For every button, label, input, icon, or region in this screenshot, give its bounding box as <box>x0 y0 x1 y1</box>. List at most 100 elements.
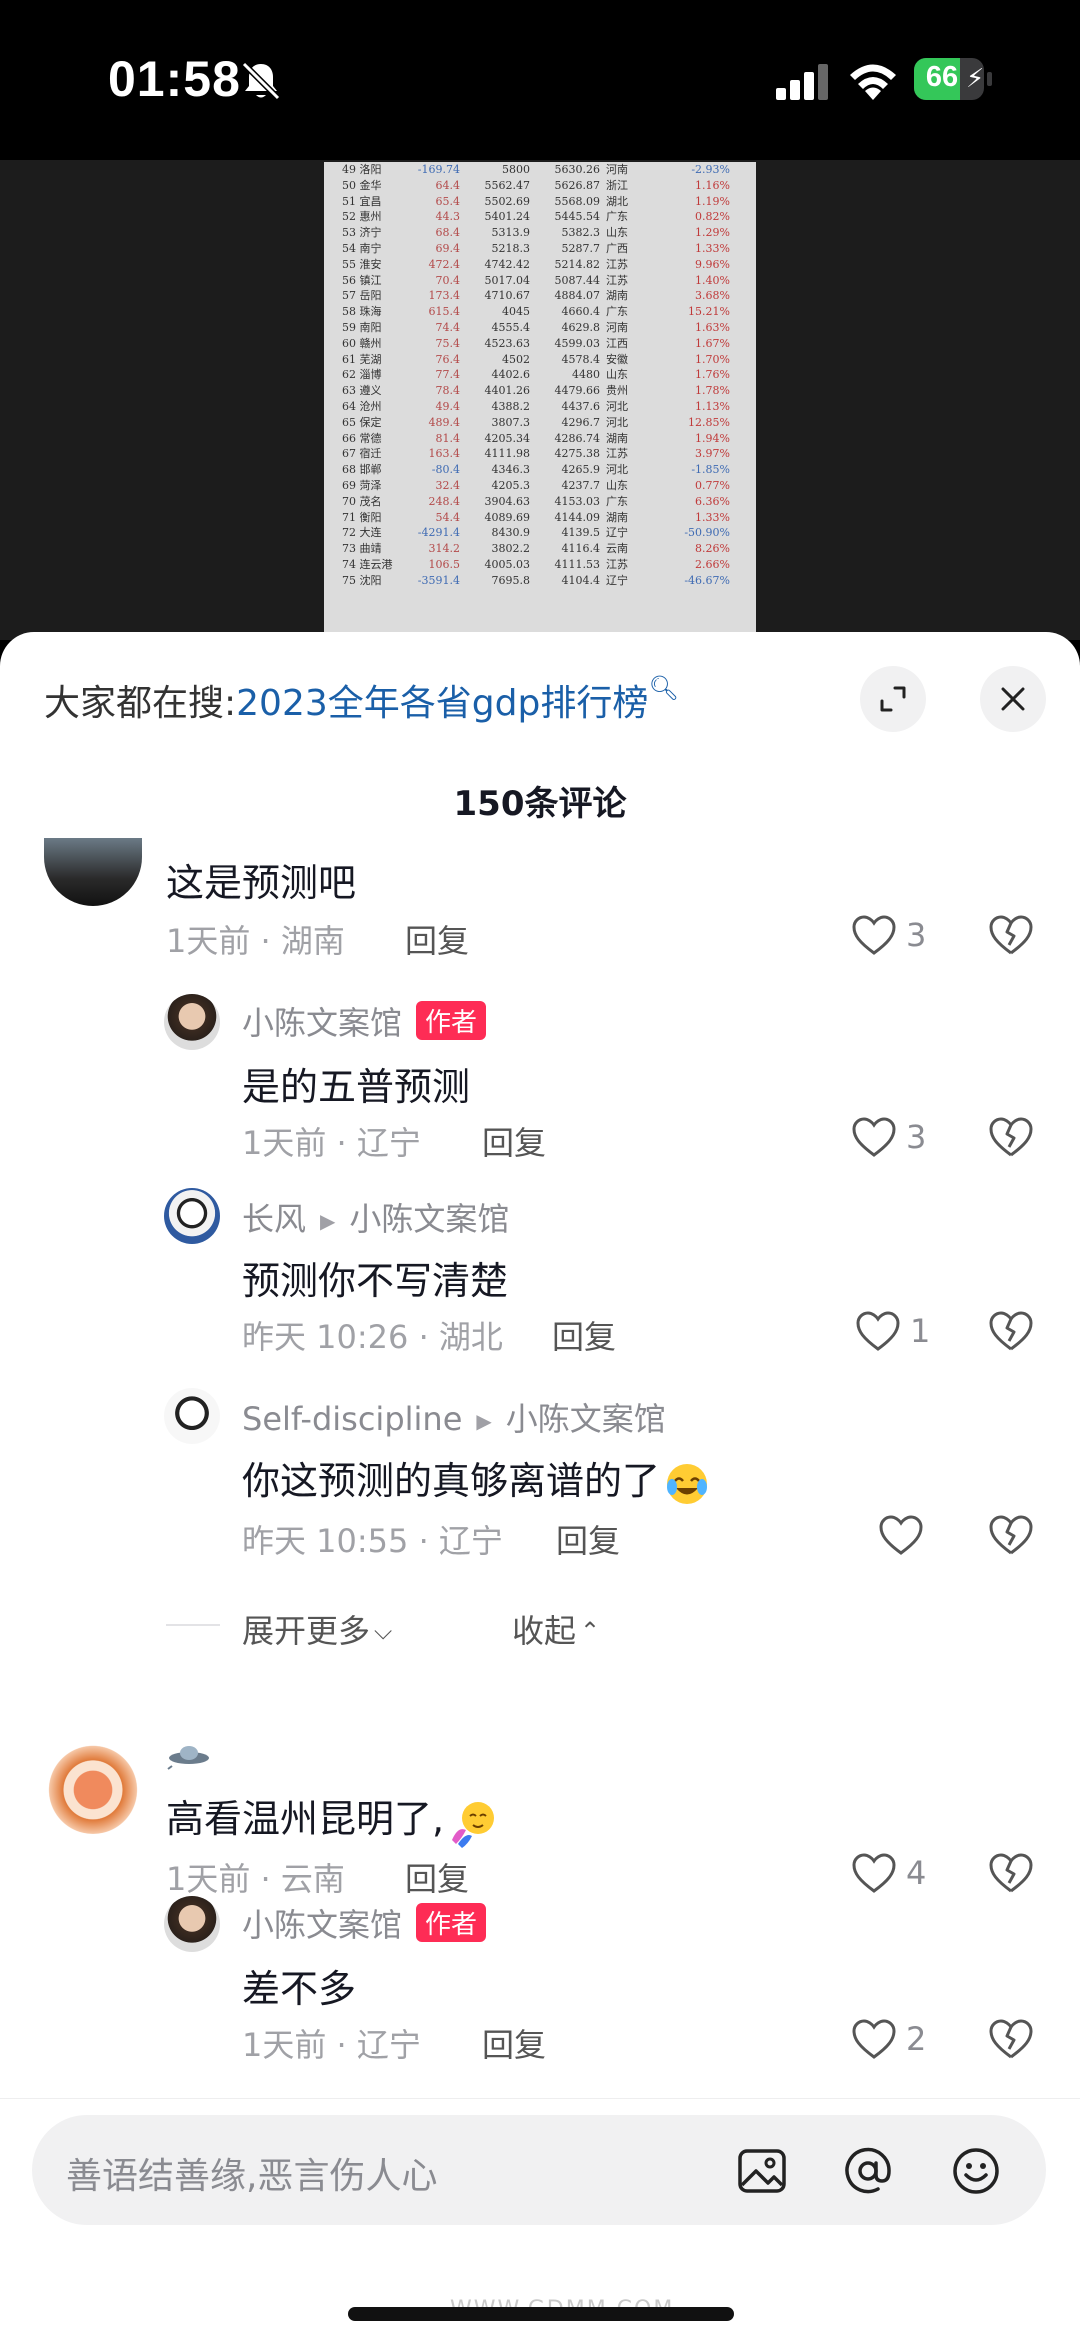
dislike-icon[interactable] <box>988 1514 1034 1556</box>
reply-button[interactable]: 回复 <box>482 1118 546 1164</box>
doc-value-b: 4275.38 <box>554 447 601 461</box>
doc-change: 44.3 <box>435 210 461 224</box>
doc-percent: 6.36% <box>695 494 730 508</box>
doc-value-b: 5287.7 <box>561 241 601 255</box>
doc-table-row: 63 遵义 78.4 4401.26 4479.66 贵州 1.78% <box>324 383 756 399</box>
dislike-icon[interactable] <box>988 1310 1034 1352</box>
comment-text: 你这预测的真够离谱的了 <box>242 1450 710 1507</box>
reply-button[interactable]: 回复 <box>405 916 469 962</box>
doc-value-a: 4388.2 <box>491 399 531 413</box>
username[interactable]: 小陈文案馆 <box>242 1906 402 1944</box>
doc-value-a: 4710.67 <box>484 289 531 303</box>
heart-icon[interactable] <box>878 1514 924 1556</box>
heart-icon[interactable] <box>851 2018 897 2060</box>
doc-province: 河南 <box>606 320 628 334</box>
like-count: 4 <box>906 1854 927 1892</box>
username[interactable]: 小陈文案馆 <box>242 1004 402 1042</box>
reply-username[interactable]: 小陈文案馆 作者 <box>242 1900 487 1946</box>
doc-province: 江苏 <box>606 557 628 571</box>
wifi-icon <box>850 64 896 100</box>
doc-value-b: 4629.8 <box>561 320 601 334</box>
heart-icon[interactable] <box>851 1116 897 1158</box>
doc-change: 615.4 <box>428 305 461 319</box>
dislike-icon[interactable] <box>988 914 1034 956</box>
doc-value-a: 4346.3 <box>491 463 531 477</box>
avatar[interactable] <box>164 1388 220 1444</box>
doc-value-a: 5800 <box>502 163 530 176</box>
doc-percent: -1.85% <box>691 463 730 477</box>
doc-value-b: 4884.07 <box>554 289 601 303</box>
dislike-icon[interactable] <box>988 2018 1034 2060</box>
doc-change: 248.4 <box>428 494 461 508</box>
doc-rank-city: 74 连云港 <box>342 557 393 571</box>
avatar[interactable] <box>44 1736 142 1834</box>
doc-province: 湖北 <box>606 194 628 208</box>
reply-button[interactable]: 回复 <box>405 1854 469 1900</box>
heart-icon[interactable] <box>851 1852 897 1894</box>
dislike-icon[interactable] <box>988 1116 1034 1158</box>
comment-input-bar: 善语结善缘,恶言伤人心 WWW.GDMM.COM <box>0 2098 1080 2341</box>
avatar[interactable] <box>164 994 220 1050</box>
doc-rank-city: 49 洛阳 <box>342 163 382 176</box>
doc-percent: 1.63% <box>695 320 730 334</box>
doc-value-a: 4089.69 <box>484 510 531 524</box>
reply-target[interactable]: 小陈文案馆 <box>349 1200 509 1238</box>
close-button[interactable] <box>980 666 1046 732</box>
emoji-icon[interactable] <box>950 2145 1002 2197</box>
doc-province: 湖南 <box>606 289 628 303</box>
doc-province: 山东 <box>606 368 628 382</box>
reply-username[interactable]: 长风 ▶ 小陈文案馆 <box>242 1194 509 1240</box>
doc-percent: 8.26% <box>695 542 730 556</box>
input-placeholder: 善语结善缘,恶言伤人心 <box>66 2156 438 2197</box>
video-player[interactable]: 49 洛阳 -169.74 5800 5630.26 河南 -2.93% 50 金华 64.4… <box>0 160 1080 640</box>
doc-rank-city: 65 保定 <box>342 415 382 429</box>
doc-value-b: 4479.66 <box>554 384 601 398</box>
bell-muted-icon <box>241 61 281 101</box>
doc-percent: 1.29% <box>695 226 730 240</box>
doc-table-row: 72 大连 -4291.4 8430.9 4139.5 辽宁 -50.90% <box>324 525 756 541</box>
username[interactable]: Self-discipline <box>242 1400 462 1438</box>
username[interactable]: 长风 <box>242 1200 306 1238</box>
collapse-button[interactable]: 收起 ⌃ <box>512 1606 600 1652</box>
doc-percent: 3.97% <box>695 447 730 461</box>
doc-change: -3591.4 <box>417 573 460 587</box>
avatar[interactable] <box>164 1188 220 1244</box>
avatar[interactable] <box>44 838 142 906</box>
reply-button[interactable]: 回复 <box>552 1312 616 1358</box>
image-icon[interactable] <box>736 2145 788 2197</box>
expand-icon <box>880 686 906 712</box>
reply-button[interactable]: 回复 <box>556 1516 620 1562</box>
reply-username[interactable]: 小陈文案馆 作者 <box>242 998 487 1044</box>
doc-change: 68.4 <box>435 226 461 240</box>
doc-rank-city: 69 菏泽 <box>342 478 382 492</box>
heart-icon[interactable] <box>851 914 897 956</box>
dislike-icon[interactable] <box>988 1852 1034 1894</box>
doc-rank-city: 50 金华 <box>342 178 382 192</box>
doc-value-a: 5401.24 <box>484 210 531 224</box>
doc-percent: -2.93% <box>691 163 730 176</box>
doc-value-a: 5218.3 <box>491 241 531 255</box>
doc-value-b: 4437.6 <box>561 399 601 413</box>
fullscreen-button[interactable] <box>860 666 926 732</box>
heart-icon[interactable] <box>855 1310 901 1352</box>
avatar[interactable] <box>164 1896 220 1952</box>
comment-meta: 昨天 10:55 · 辽宁 <box>242 1522 503 1560</box>
doc-province: 辽宁 <box>606 526 628 540</box>
comment-input[interactable]: 善语结善缘,恶言伤人心 <box>32 2115 1046 2225</box>
search-prefix: 大家都在搜: <box>44 683 237 724</box>
home-indicator[interactable] <box>348 2307 734 2321</box>
doc-change: 76.4 <box>435 352 461 366</box>
reply-target[interactable]: 小陈文案馆 <box>506 1400 666 1438</box>
expand-more-button[interactable]: 展开更多 ⌵ <box>242 1606 392 1652</box>
doc-change: 106.5 <box>428 557 461 571</box>
doc-rank-city: 58 珠海 <box>342 305 382 319</box>
reply-button[interactable]: 回复 <box>482 2020 546 2066</box>
mention-icon[interactable] <box>842 2145 894 2197</box>
search-icon: 🔍︎ <box>648 674 679 702</box>
search-suggestion[interactable]: 大家都在搜:2023全年各省gdp排行榜🔍︎ <box>44 674 679 726</box>
doc-percent: 1.67% <box>695 336 730 350</box>
like-count: 3 <box>906 1118 927 1156</box>
reply-username[interactable]: Self-discipline ▶ 小陈文案馆 <box>242 1394 666 1440</box>
search-link[interactable]: 2023全年各省gdp排行榜 <box>236 683 648 724</box>
doc-value-b: 4237.7 <box>561 478 601 492</box>
